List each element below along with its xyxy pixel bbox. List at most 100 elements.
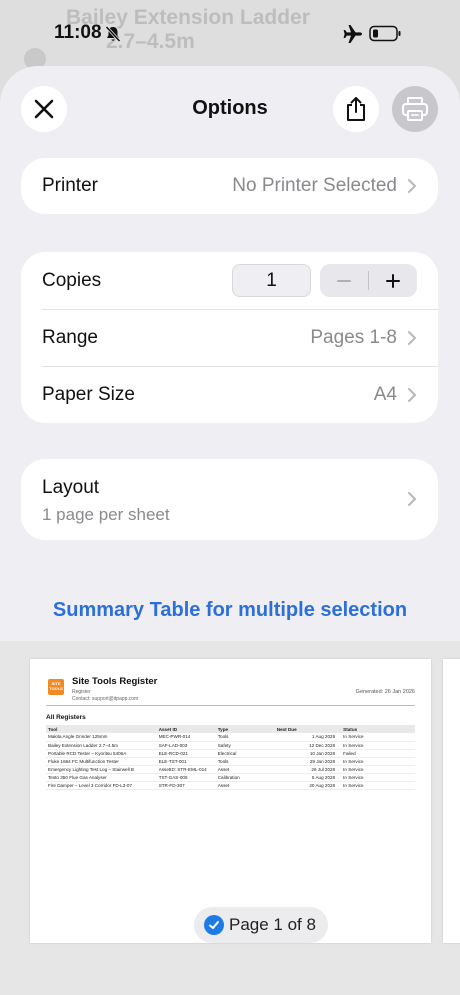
- table-cell: In Service: [341, 781, 415, 790]
- table-cell: Safety: [215, 741, 275, 750]
- table-cell: Tools: [215, 757, 275, 766]
- table-row: Testo 350 Flue Gas Analyser TST-GAS-006 …: [46, 773, 415, 782]
- range-value: Pages 1-8: [310, 326, 397, 348]
- page-preview-area: SITE TOOLS Site Tools Register Register …: [0, 641, 460, 995]
- paper-size-value: A4: [373, 383, 397, 405]
- table-cell: Calibration: [215, 773, 275, 782]
- column-header: Next Due: [274, 725, 342, 733]
- table-cell: In Service: [341, 741, 415, 750]
- page-preview[interactable]: SITE TOOLS Site Tools Register Register …: [30, 659, 431, 943]
- column-header: Status: [341, 725, 415, 733]
- table-cell: 5 Aug 2026: [274, 773, 342, 782]
- table-cell: TST-GAS-006: [156, 773, 216, 782]
- doc-title: Site Tools Register: [72, 676, 158, 687]
- table-row: Portable RCD Tester – Kyoritsu 5406A ELE…: [46, 749, 415, 758]
- checkmark-icon: [204, 915, 224, 935]
- status-bar: 11:08: [0, 0, 460, 62]
- bell-muted-icon: [105, 25, 121, 43]
- table-header-row: Tool Asset ID Type Next Due Status: [46, 725, 415, 733]
- doc-subtitle: Register: [72, 689, 91, 695]
- share-button[interactable]: [333, 86, 379, 132]
- page-count-label: Page 1 of 8: [229, 915, 316, 934]
- sheet-title: Options: [192, 97, 268, 119]
- printer-row[interactable]: Printer No Printer Selected: [21, 158, 438, 214]
- doc-table: Tool Asset ID Type Next Due Status Makit…: [46, 725, 415, 790]
- chevron-right-icon: [408, 330, 416, 345]
- table-cell: Tools: [215, 733, 275, 742]
- table-cell: In Service: [341, 757, 415, 766]
- table-row: Emergency Lighting Test Log – Stairwell …: [46, 765, 415, 774]
- doc-logo: SITE TOOLS: [48, 679, 64, 695]
- print-button[interactable]: [392, 86, 438, 132]
- column-header: Asset ID: [156, 725, 216, 733]
- table-cell: Emergency Lighting Test Log – Stairwell …: [46, 765, 157, 774]
- layout-card[interactable]: Layout 1 page per sheet: [21, 459, 438, 540]
- printer-icon: [402, 97, 428, 121]
- table-cell: ELE-TST-001: [156, 757, 216, 766]
- table-cell: In Service: [341, 765, 415, 774]
- doc-generated: Generated: 26 Jan 2026: [355, 689, 415, 695]
- share-icon: [347, 97, 365, 121]
- plus-icon: [386, 273, 400, 288]
- table-cell: Failed: [341, 749, 415, 758]
- chevron-right-icon: [408, 387, 416, 402]
- print-settings-card: Copies 1 Range Pages 1-8 Paper Size A4: [21, 252, 438, 423]
- layout-value: 1 page per sheet: [42, 505, 170, 524]
- printer-label: Printer: [42, 175, 98, 196]
- page-selection-badge[interactable]: Page 1 of 8: [194, 907, 328, 943]
- table-cell: MEC-PWR-014: [156, 733, 216, 742]
- range-row[interactable]: Range Pages 1-8: [21, 309, 438, 366]
- table-cell: Electrical: [215, 749, 275, 758]
- battery-icon: [369, 25, 401, 42]
- table-cell: ELE-RCD-021: [156, 749, 216, 758]
- table-cell: Testo 350 Flue Gas Analyser: [46, 773, 157, 782]
- doc-contact: Contact: support@itpapp.com: [72, 696, 139, 702]
- printer-value: No Printer Selected: [232, 175, 397, 196]
- table-cell: In Service: [341, 733, 415, 742]
- paper-size-label: Paper Size: [42, 383, 135, 405]
- status-time: 11:08: [54, 22, 102, 43]
- table-cell: STR-FD-307: [156, 781, 216, 790]
- table-cell: Makita Angle Grinder 125mm: [46, 733, 157, 742]
- doc-section-title: All Registers: [46, 714, 86, 721]
- table-row: Makita Angle Grinder 125mm MEC-PWR-014 T…: [46, 733, 415, 742]
- table-row: Fire Damper – Level 3 Corridor FD-L3-07 …: [46, 781, 415, 790]
- minus-icon: [337, 279, 351, 282]
- table-row: Bailey Extension Ladder 2.7–4.5m SAF-LAD…: [46, 741, 415, 750]
- table-cell: AssetID: STR-EML-014: [156, 765, 216, 774]
- table-cell: Bailey Extension Ladder 2.7–4.5m: [46, 741, 157, 750]
- table-cell: Fire Damper – Level 3 Corridor FD-L3-07: [46, 781, 157, 790]
- table-cell: Asset: [215, 765, 275, 774]
- airplane-icon: [343, 25, 362, 43]
- table-cell: 20 Aug 2026: [274, 781, 342, 790]
- column-header: Type: [215, 725, 275, 733]
- copies-stepper: [320, 264, 417, 297]
- increment-button[interactable]: [369, 264, 417, 297]
- copies-row: Copies 1: [21, 252, 438, 309]
- chevron-right-icon: [408, 492, 416, 506]
- table-row: Fluke 1664 FC Multifunction Tester ELE-T…: [46, 757, 415, 766]
- chevron-right-icon: [408, 179, 416, 193]
- table-cell: 29 Jan 2026: [274, 757, 342, 766]
- paper-size-row[interactable]: Paper Size A4: [21, 366, 438, 423]
- table-cell: 1 Aug 2026: [274, 733, 342, 742]
- layout-label: Layout: [42, 477, 100, 498]
- table-cell: Asset: [215, 781, 275, 790]
- print-options-sheet: Options Printer No Printer Selected Copi…: [0, 66, 460, 995]
- range-label: Range: [42, 326, 98, 348]
- doc-divider: [46, 705, 415, 706]
- table-cell: Portable RCD Tester – Kyoritsu 5406A: [46, 749, 157, 758]
- table-cell: SAF-LAD-003: [156, 741, 216, 750]
- table-cell: In Service: [341, 773, 415, 782]
- table-cell: 10 Jan 2026: [274, 749, 342, 758]
- copies-field[interactable]: 1: [232, 264, 311, 297]
- decrement-button[interactable]: [320, 264, 368, 297]
- printer-card: Printer No Printer Selected: [21, 158, 438, 214]
- table-cell: Fluke 1664 FC Multifunction Tester: [46, 757, 157, 766]
- summary-table-link[interactable]: Summary Table for multiple selection: [0, 599, 460, 622]
- next-page-preview[interactable]: [443, 659, 460, 943]
- table-cell: 26 Jul 2026: [274, 765, 342, 774]
- table-cell: 12 Dec 2026: [274, 741, 342, 750]
- column-header: Tool: [46, 725, 157, 733]
- copies-label: Copies: [42, 269, 102, 291]
